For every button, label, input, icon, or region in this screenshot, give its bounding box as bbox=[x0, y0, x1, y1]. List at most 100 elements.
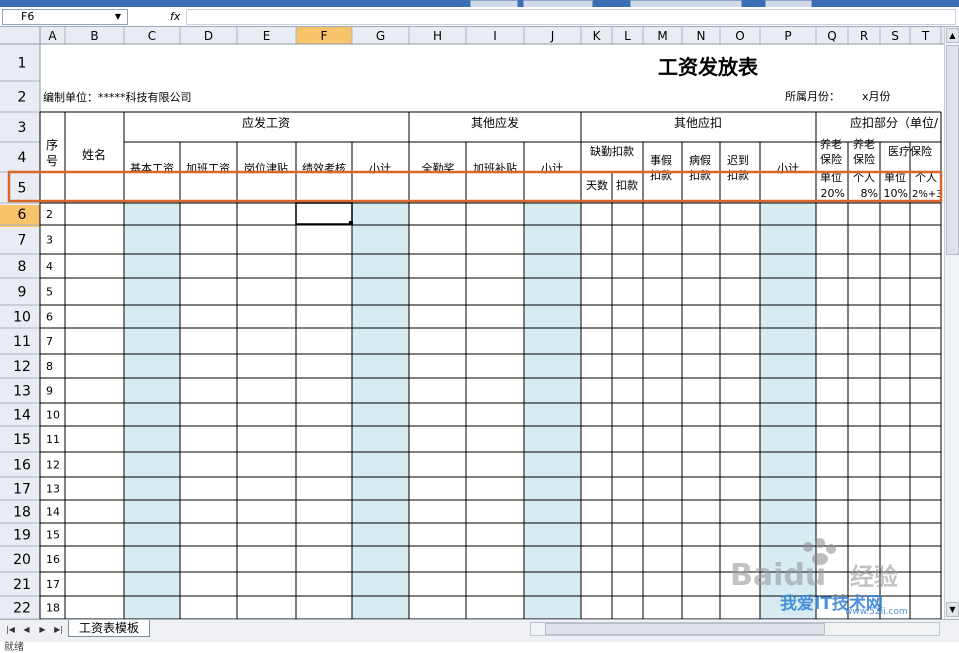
column-header-J[interactable]: J bbox=[550, 29, 555, 43]
pension-unit-header-1: 养老 bbox=[820, 137, 842, 151]
row-header-1[interactable]: 1 bbox=[18, 56, 27, 72]
column-header-S[interactable]: S bbox=[891, 29, 899, 43]
name-header: 姓名 bbox=[82, 147, 106, 162]
column-header-E[interactable]: E bbox=[263, 29, 271, 43]
seq-number: 13 bbox=[46, 483, 60, 496]
selected-cell[interactable] bbox=[295, 202, 353, 225]
seq-number: 14 bbox=[46, 506, 60, 519]
days-header: 天数 bbox=[586, 179, 608, 192]
seq-number: 7 bbox=[46, 335, 53, 348]
first-sheet-icon[interactable]: |◀ bbox=[4, 623, 17, 636]
column-header-G[interactable]: G bbox=[376, 29, 385, 43]
column-header-C[interactable]: C bbox=[148, 29, 156, 43]
column-header-P[interactable]: P bbox=[784, 29, 791, 43]
seq-number: 10 bbox=[46, 409, 60, 422]
row-header-22[interactable]: 22 bbox=[13, 601, 31, 617]
horizontal-scroll-thumb[interactable] bbox=[545, 623, 825, 635]
shaded-column-c bbox=[124, 203, 180, 619]
column-header-R[interactable]: R bbox=[860, 29, 868, 43]
row-header-5[interactable]: 5 bbox=[18, 181, 27, 197]
row-header-17[interactable]: 17 bbox=[13, 482, 31, 498]
grid-canvas[interactable]: A B C D E F G H I J K L M N O P Q R S T12345678910111213141… bbox=[0, 27, 944, 619]
social-deduct-header: 应扣部分（单位/ bbox=[850, 115, 939, 130]
seq-number: 4 bbox=[46, 260, 53, 273]
late-header-2: 扣款 bbox=[727, 168, 749, 182]
row-header-14[interactable]: 14 bbox=[13, 408, 31, 424]
row-header-6[interactable]: 6 bbox=[18, 207, 27, 223]
vertical-scrollbar[interactable]: ▲ ▼ bbox=[944, 27, 959, 619]
row-header-20[interactable]: 20 bbox=[13, 552, 31, 568]
column-header-F[interactable]: F bbox=[321, 29, 328, 43]
pension-unit-header-2: 保险 bbox=[820, 152, 842, 166]
next-sheet-icon[interactable]: ▶ bbox=[36, 623, 49, 636]
pension-personal-header-1: 养老 bbox=[853, 137, 875, 151]
column-header-O[interactable]: O bbox=[735, 29, 744, 43]
horizontal-scrollbar[interactable] bbox=[530, 622, 940, 636]
column-header-M[interactable]: M bbox=[657, 29, 667, 43]
personal-leave-header-2: 扣款 bbox=[650, 168, 672, 182]
seq-number: 12 bbox=[46, 459, 60, 472]
prev-sheet-icon[interactable]: ◀ bbox=[20, 623, 33, 636]
shaded-column-g bbox=[352, 203, 409, 619]
other-deduct-header: 其他应扣 bbox=[674, 115, 722, 130]
column-header-I[interactable]: I bbox=[493, 29, 497, 43]
seq-number: 6 bbox=[46, 311, 53, 324]
should-pay-header: 应发工资 bbox=[242, 115, 290, 130]
row-header-16[interactable]: 16 bbox=[13, 458, 31, 474]
column-header-L[interactable]: L bbox=[624, 29, 631, 43]
row-header-8[interactable]: 8 bbox=[18, 259, 27, 275]
scroll-down-icon[interactable]: ▼ bbox=[946, 602, 959, 617]
column-header-K[interactable]: K bbox=[593, 29, 602, 43]
column-header-N[interactable]: N bbox=[697, 29, 706, 43]
row-header-18[interactable]: 18 bbox=[13, 505, 31, 521]
row-header-2[interactable]: 2 bbox=[18, 90, 27, 106]
last-sheet-icon[interactable]: ▶| bbox=[52, 623, 65, 636]
sheet-title: 工资发放表 bbox=[658, 55, 759, 79]
seq-number: 16 bbox=[46, 553, 60, 566]
row-header-12[interactable]: 12 bbox=[13, 359, 31, 375]
sheet-tab-salary-template[interactable]: 工资表模板 bbox=[68, 620, 150, 637]
name-box[interactable]: F6 bbox=[2, 9, 128, 25]
pension-personal-header-2: 保险 bbox=[853, 152, 875, 166]
row-header-21[interactable]: 21 bbox=[13, 577, 31, 593]
seq-number: 15 bbox=[46, 529, 60, 542]
other-pay-header: 其他应发 bbox=[471, 115, 519, 130]
row-header-13[interactable]: 13 bbox=[13, 384, 31, 400]
column-header-H[interactable]: H bbox=[433, 29, 442, 43]
row-header-10[interactable]: 10 bbox=[13, 310, 31, 326]
month-label: 所属月份： bbox=[785, 90, 840, 103]
seq-header-1: 序 bbox=[46, 137, 58, 152]
column-header-D[interactable]: D bbox=[204, 29, 213, 43]
row-header-9[interactable]: 9 bbox=[18, 285, 27, 301]
medical-header: 医疗保险 bbox=[888, 144, 932, 158]
column-header-A[interactable]: A bbox=[48, 29, 57, 43]
vertical-scroll-thumb[interactable] bbox=[946, 45, 959, 255]
absence-deduct-header: 缺勤扣款 bbox=[590, 144, 634, 158]
personal-leave-header-1: 事假 bbox=[650, 153, 672, 167]
spreadsheet-grid[interactable]: A B C D E F G H I J K L M N O P Q R S T 1 2 3 4 5 6 7 8 9 10 11 12 13 14 1… bbox=[0, 27, 944, 619]
column-header-B[interactable]: B bbox=[90, 29, 98, 43]
column-header-T[interactable]: T bbox=[921, 29, 930, 43]
scroll-up-icon[interactable]: ▲ bbox=[946, 28, 959, 43]
toolbar-strip bbox=[0, 0, 959, 8]
seq-number: 8 bbox=[46, 360, 53, 373]
seq-number: 9 bbox=[46, 385, 53, 398]
row-header-4[interactable]: 4 bbox=[18, 150, 27, 166]
row-header-11[interactable]: 11 bbox=[13, 334, 31, 350]
status-text: 就绪 bbox=[4, 642, 24, 653]
sheet-tab-bar: |◀ ◀ ▶ ▶| 工资表模板 就绪 bbox=[0, 619, 959, 653]
formula-input[interactable] bbox=[186, 9, 956, 25]
shaded-column-j bbox=[524, 203, 581, 619]
column-header-Q[interactable]: Q bbox=[827, 29, 836, 43]
row-header-15[interactable]: 15 bbox=[13, 432, 31, 448]
row-header-19[interactable]: 19 bbox=[13, 528, 31, 544]
fill-handle[interactable] bbox=[349, 221, 353, 225]
month-value: x月份 bbox=[862, 90, 891, 103]
row-header-7[interactable]: 7 bbox=[18, 233, 27, 249]
seq-number: 3 bbox=[46, 234, 53, 247]
rate-pension-unit: 20% bbox=[821, 187, 845, 200]
row-header-3[interactable]: 3 bbox=[18, 120, 27, 136]
chevron-down-icon[interactable]: ▼ bbox=[111, 10, 125, 24]
deduction-header: 扣款 bbox=[616, 178, 638, 192]
column-header-bar bbox=[0, 27, 944, 44]
